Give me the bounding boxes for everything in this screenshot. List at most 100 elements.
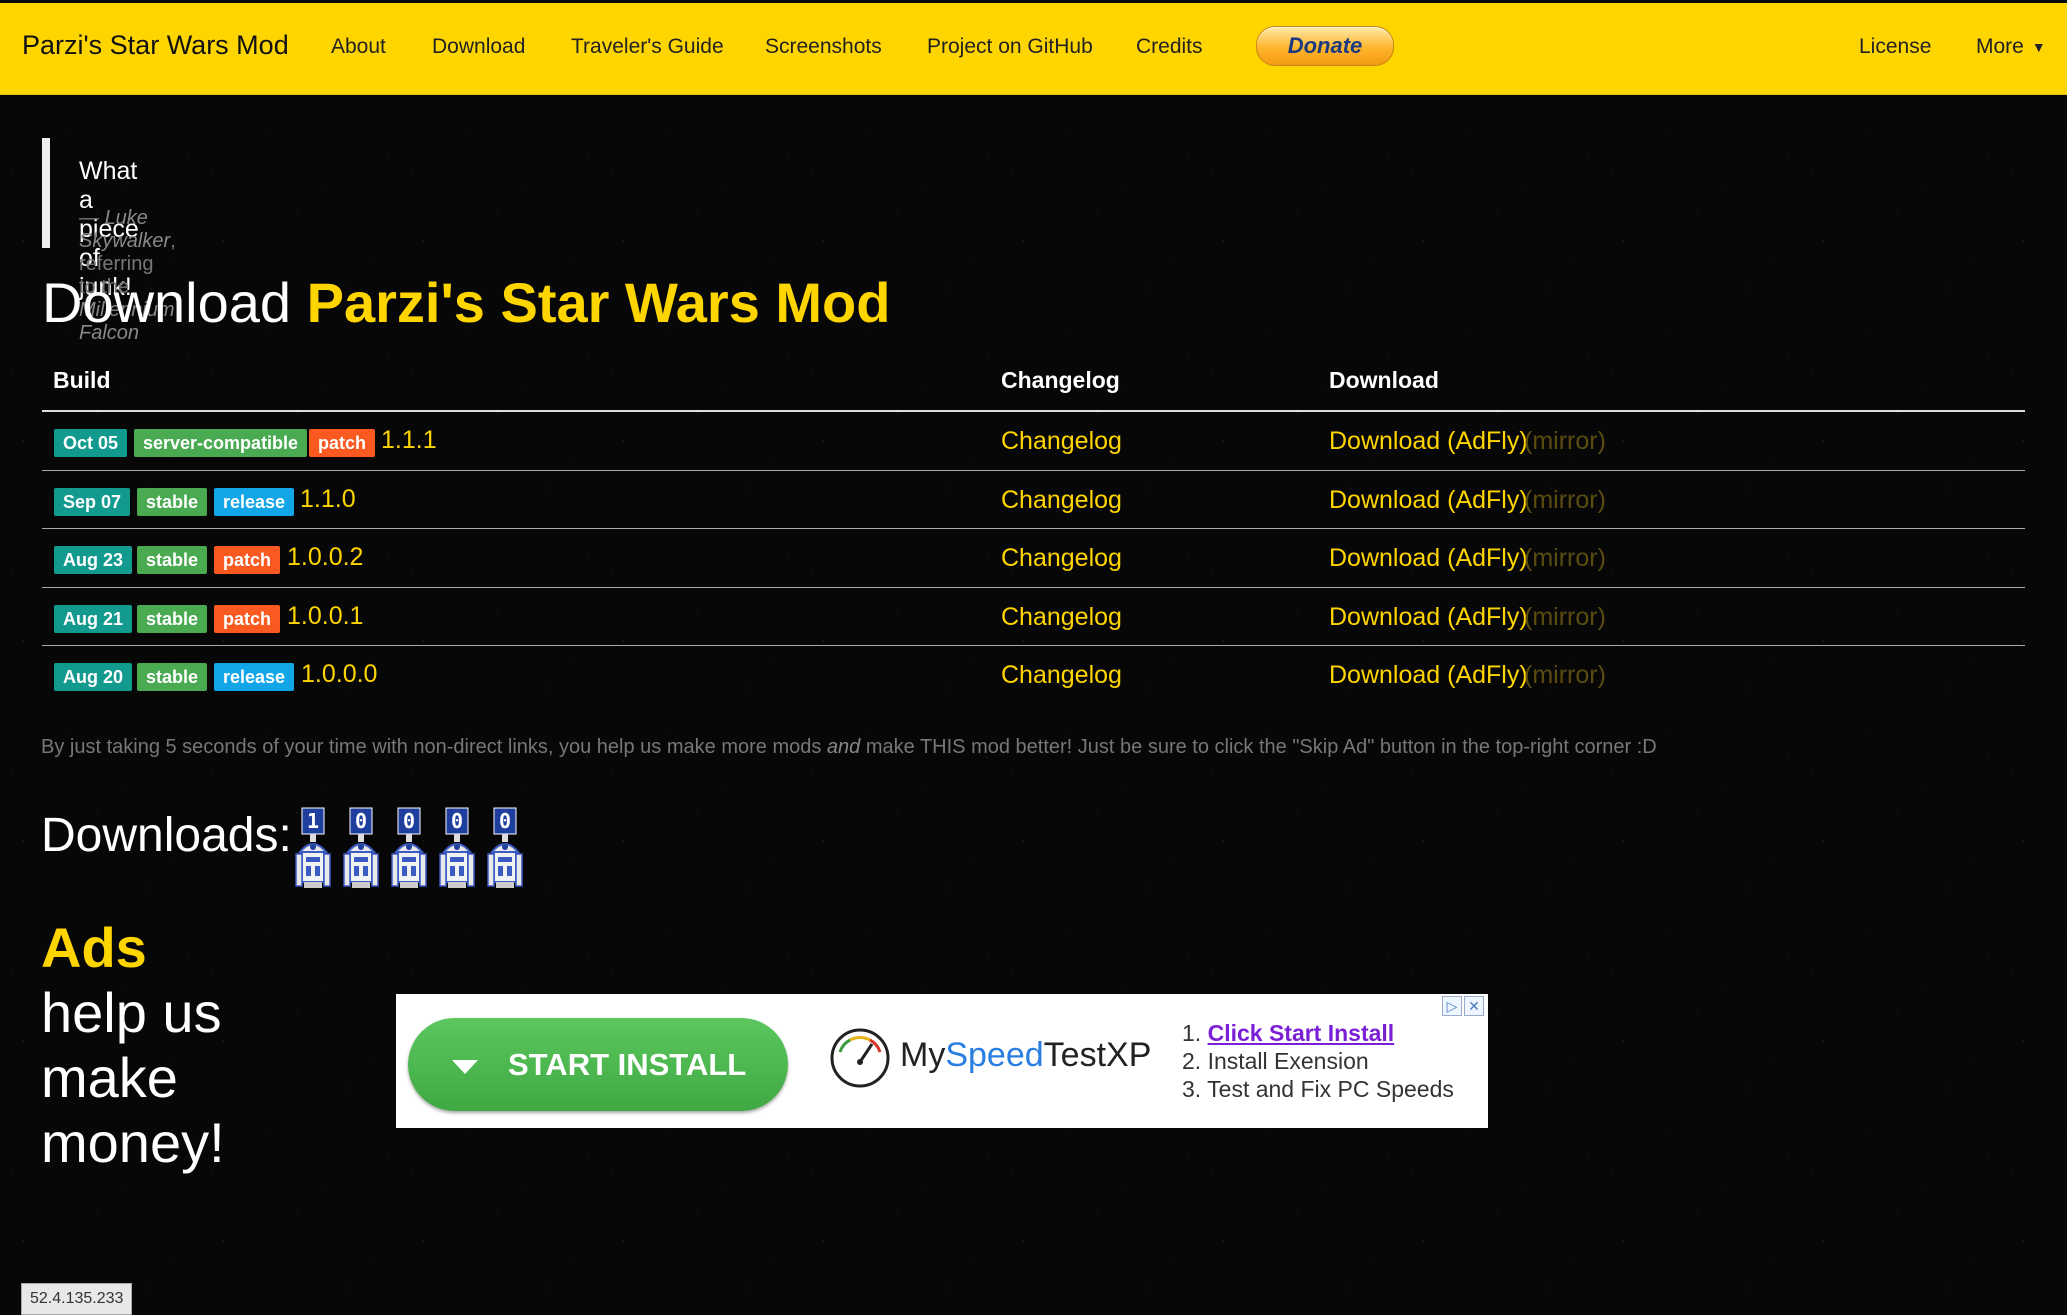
page-title-highlight: Parzi's Star Wars Mod — [306, 271, 891, 334]
speedometer-icon — [830, 1028, 890, 1088]
version-label: 1.1.1 — [381, 426, 437, 454]
donate-button[interactable]: Donate — [1256, 26, 1394, 66]
mirror-link[interactable]: (mirror) — [1524, 603, 1606, 632]
adchoices-icon[interactable]: ▷ — [1442, 996, 1462, 1016]
header-build: Build — [53, 367, 111, 393]
date-badge: Oct 05 — [54, 429, 128, 457]
ad-brand-b: Speed — [945, 1036, 1044, 1074]
nav-download[interactable]: Download — [432, 35, 525, 59]
ad-step-1-num: 1. — [1182, 1020, 1208, 1046]
blockquote-bar — [42, 138, 50, 248]
version-label: 1.1.0 — [300, 485, 356, 513]
download-adfly-link[interactable]: Download (AdFly) — [1329, 544, 1528, 573]
counter-digit-text: 0 — [499, 809, 511, 833]
version-label: 1.0.0.1 — [287, 602, 364, 630]
downloads-label: Downloads: — [41, 809, 292, 862]
changelog-link[interactable]: Changelog — [1001, 486, 1122, 515]
quote-dash: — — [79, 207, 105, 229]
brand-link[interactable]: Parzi's Star Wars Mod — [22, 30, 289, 61]
page-title: Download Parzi's Star Wars Mod — [42, 270, 890, 335]
row-divider — [42, 587, 2025, 588]
close-icon[interactable]: ✕ — [1464, 996, 1484, 1016]
counter-digit: 0 — [487, 807, 523, 888]
mirror-link[interactable]: (mirror) — [1524, 486, 1606, 515]
nav-about[interactable]: About — [331, 35, 386, 59]
table-header-divider — [42, 410, 2025, 412]
row-divider — [42, 645, 2025, 646]
channel-badge: server-compatible — [134, 429, 308, 457]
triangle-down-icon — [452, 1060, 478, 1074]
ad-brand-a: My — [900, 1036, 946, 1074]
counter-digit: 0 — [439, 807, 475, 888]
mirror-link[interactable]: (mirror) — [1524, 661, 1606, 690]
date-badge: Aug 20 — [54, 663, 133, 691]
table-row: Aug 21 stable patch 1.0.0.1 Changelog Do… — [0, 602, 2067, 663]
row-divider — [42, 470, 2025, 471]
nav-github[interactable]: Project on GitHub — [927, 35, 1093, 59]
ad-start-install-button[interactable]: START INSTALL — [408, 1018, 788, 1111]
ad-step-3: 3. Test and Fix PC Speeds — [1182, 1076, 1454, 1102]
mirror-link[interactable]: (mirror) — [1524, 427, 1606, 456]
counter-digit-text: 1 — [307, 809, 319, 833]
changelog-link[interactable]: Changelog — [1001, 427, 1122, 456]
page-title-prefix: Download — [42, 271, 307, 334]
channel-badge: stable — [137, 663, 208, 691]
changelog-link[interactable]: Changelog — [1001, 603, 1122, 632]
ad-brand: MySpeedTestXP — [900, 1036, 1151, 1075]
mirror-link[interactable]: (mirror) — [1524, 544, 1606, 573]
channel-badge: stable — [137, 488, 208, 516]
download-adfly-link[interactable]: Download (AdFly) — [1329, 661, 1528, 690]
note-after: make THIS mod better! Just be sure to cl… — [860, 736, 1657, 758]
table-row: Aug 20 stable release 1.0.0.0 Changelog … — [0, 660, 2067, 721]
download-adfly-link[interactable]: Download (AdFly) — [1329, 486, 1528, 515]
changelog-link[interactable]: Changelog — [1001, 544, 1122, 573]
ad-click-start-link[interactable]: Click Start Install — [1208, 1020, 1395, 1046]
ad-brand-c: TestXP — [1043, 1036, 1152, 1074]
date-badge: Aug 21 — [54, 605, 133, 633]
counter-digit-text: 0 — [451, 809, 463, 833]
nav-travelers-guide[interactable]: Traveler's Guide — [571, 35, 724, 59]
type-badge: release — [214, 488, 295, 516]
header-changelog: Changelog — [1001, 367, 1120, 393]
counter-digit: 0 — [391, 807, 427, 888]
version-label: 1.0.0.0 — [301, 660, 378, 688]
header-download: Download — [1329, 367, 1439, 393]
type-badge: patch — [214, 605, 281, 633]
changelog-link[interactable]: Changelog — [1001, 661, 1122, 690]
counter-digit: 1 — [295, 807, 331, 888]
nav-screenshots[interactable]: Screenshots — [765, 35, 882, 59]
download-adfly-link[interactable]: Download (AdFly) — [1329, 603, 1528, 632]
ads-heading-highlight: Ads — [41, 916, 147, 979]
type-badge: release — [214, 663, 295, 691]
table-row: Sep 07 stable release 1.1.0 Changelog Do… — [0, 485, 2067, 546]
ads-heading-rest: help us make money! — [41, 981, 225, 1174]
date-badge: Aug 23 — [54, 546, 133, 574]
type-badge: patch — [214, 546, 281, 574]
nav-more-label: More — [1976, 35, 2024, 58]
nav-credits[interactable]: Credits — [1136, 35, 1203, 59]
channel-badge: stable — [137, 605, 208, 633]
ad-button-label: START INSTALL — [508, 1047, 747, 1082]
adfly-note: By just taking 5 seconds of your time wi… — [41, 736, 1657, 759]
ad-step-2: 2. Install Exension — [1182, 1048, 1369, 1074]
counter-digit-text: 0 — [355, 809, 367, 833]
navbar: Parzi's Star Wars Mod About Download Tra… — [0, 3, 2067, 95]
note-before: By just taking 5 seconds of your time wi… — [41, 736, 827, 758]
nav-more-dropdown[interactable]: More ▼ — [1976, 35, 2046, 59]
ad-banner[interactable]: START INSTALL MySpeedTestXP 1. Click Sta… — [396, 994, 1488, 1128]
table-row: Aug 23 stable patch 1.0.0.2 Changelog Do… — [0, 543, 2067, 604]
ads-heading: Ads help us make money! — [41, 915, 225, 1175]
table-row: Oct 05 server-compatible patch 1.1.1 Cha… — [0, 426, 2067, 487]
type-badge: patch — [309, 429, 376, 457]
counter-digit: 0 — [343, 807, 379, 888]
channel-badge: stable — [137, 546, 208, 574]
date-badge: Sep 07 — [54, 488, 131, 516]
download-adfly-link[interactable]: Download (AdFly) — [1329, 427, 1528, 456]
version-label: 1.0.0.2 — [287, 543, 364, 571]
ip-status-label: 52.4.135.233 — [21, 1283, 133, 1315]
note-emph: and — [826, 736, 861, 758]
ad-step-1: 1. Click Start Install — [1182, 1020, 1394, 1047]
nav-license[interactable]: License — [1859, 35, 1931, 59]
row-divider — [42, 528, 2025, 529]
caret-down-icon: ▼ — [2031, 39, 2046, 56]
